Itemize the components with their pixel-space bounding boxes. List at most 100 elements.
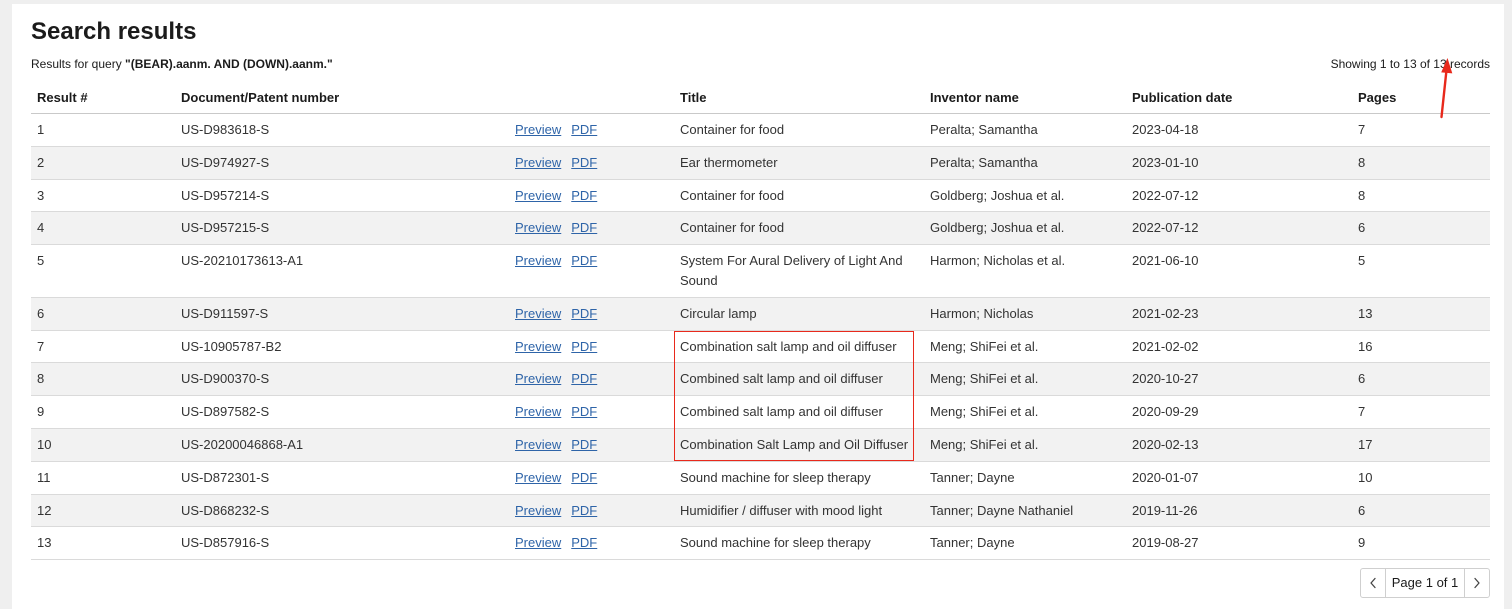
header-publication-date: Publication date: [1126, 88, 1352, 114]
document-links: Preview PDF: [509, 330, 674, 364]
publication-date: 2021-02-23: [1126, 297, 1352, 331]
publication-date: 2023-01-10: [1126, 146, 1352, 180]
publication-date: 2022-07-12: [1126, 211, 1352, 246]
pdf-link[interactable]: PDF: [571, 371, 597, 386]
result-number: 10: [31, 428, 175, 462]
table-row: 12 US-D868232-S Preview PDF Humidifier / …: [31, 494, 1490, 528]
header-links: [509, 88, 674, 114]
next-page-button[interactable]: [1464, 569, 1489, 597]
document-links: Preview PDF: [509, 428, 674, 462]
result-number: 12: [31, 494, 175, 528]
header-result-number: Result #: [31, 88, 175, 114]
preview-link[interactable]: Preview: [515, 155, 561, 170]
patent-title: Humidifier / diffuser with mood light: [674, 494, 924, 528]
inventor-name: Meng; ShiFei et al.: [924, 362, 1126, 397]
patent-number: US-D872301-S: [175, 461, 509, 495]
preview-link[interactable]: Preview: [515, 535, 561, 550]
table-row: 1 US-D983618-S Preview PDF Container for …: [31, 113, 1490, 147]
page-title: Search results: [31, 18, 197, 45]
preview-link[interactable]: Preview: [515, 220, 561, 235]
preview-link[interactable]: Preview: [515, 437, 561, 452]
result-number: 1: [31, 113, 175, 147]
preview-link[interactable]: Preview: [515, 470, 561, 485]
pdf-link[interactable]: PDF: [571, 535, 597, 550]
page-count: 8: [1352, 146, 1490, 180]
preview-link[interactable]: Preview: [515, 371, 561, 386]
pdf-link[interactable]: PDF: [571, 437, 597, 452]
page-count: 10: [1352, 461, 1490, 495]
pdf-link[interactable]: PDF: [571, 155, 597, 170]
page-count: 6: [1352, 362, 1490, 397]
header-inventor: Inventor name: [924, 88, 1126, 114]
publication-date: 2020-10-27: [1126, 362, 1352, 397]
patent-number: US-D957214-S: [175, 179, 509, 213]
publication-date: 2020-09-29: [1126, 395, 1352, 429]
publication-date: 2023-04-18: [1126, 113, 1352, 147]
publication-date: 2021-02-02: [1126, 330, 1352, 364]
inventor-name: Goldberg; Joshua et al.: [924, 211, 1126, 246]
page-count: 6: [1352, 211, 1490, 246]
chevron-right-icon: [1474, 577, 1480, 589]
inventor-name: Peralta; Samantha: [924, 146, 1126, 180]
patent-title: Combined salt lamp and oil diffuser: [674, 362, 924, 397]
results-table: Result # Document/Patent number Title In…: [31, 88, 1490, 561]
page-count: 16: [1352, 330, 1490, 364]
result-number: 5: [31, 244, 175, 298]
patent-number: US-D911597-S: [175, 297, 509, 331]
patent-number: US-D868232-S: [175, 494, 509, 528]
publication-date: 2020-02-13: [1126, 428, 1352, 462]
record-count-summary: Showing 1 to 13 of 13 records: [1330, 57, 1490, 71]
patent-title: Circular lamp: [674, 297, 924, 331]
patent-title: Container for food: [674, 113, 924, 147]
pdf-link[interactable]: PDF: [571, 188, 597, 203]
preview-link[interactable]: Preview: [515, 503, 561, 518]
document-links: Preview PDF: [509, 211, 674, 246]
pdf-link[interactable]: PDF: [571, 404, 597, 419]
inventor-name: Peralta; Samantha: [924, 113, 1126, 147]
pdf-link[interactable]: PDF: [571, 306, 597, 321]
pdf-link[interactable]: PDF: [571, 503, 597, 518]
page-indicator: Page 1 of 1: [1391, 575, 1459, 590]
table-row: 3 US-D957214-S Preview PDF Container for …: [31, 179, 1490, 213]
patent-title: Combination Salt Lamp and Oil Diffuser: [674, 428, 924, 462]
prev-page-button[interactable]: [1361, 569, 1386, 597]
preview-link[interactable]: Preview: [515, 188, 561, 203]
patent-title: Sound machine for sleep therapy: [674, 461, 924, 495]
table-header: Result # Document/Patent number Title In…: [31, 88, 1490, 114]
result-number: 6: [31, 297, 175, 331]
header-pages: Pages: [1352, 88, 1490, 114]
publication-date: 2020-01-07: [1126, 461, 1352, 495]
result-number: 3: [31, 179, 175, 213]
pdf-link[interactable]: PDF: [571, 122, 597, 137]
publication-date: 2019-11-26: [1126, 494, 1352, 528]
inventor-name: Harmon; Nicholas et al.: [924, 244, 1126, 298]
preview-link[interactable]: Preview: [515, 122, 561, 137]
patent-title: Container for food: [674, 179, 924, 213]
patent-title: Ear thermometer: [674, 146, 924, 180]
preview-link[interactable]: Preview: [515, 404, 561, 419]
preview-link[interactable]: Preview: [515, 339, 561, 354]
patent-title: Combined salt lamp and oil diffuser: [674, 395, 924, 429]
pdf-link[interactable]: PDF: [571, 339, 597, 354]
preview-link[interactable]: Preview: [515, 253, 561, 268]
result-number: 7: [31, 330, 175, 364]
publication-date: 2022-07-12: [1126, 179, 1352, 213]
patent-title: Container for food: [674, 211, 924, 246]
inventor-name: Tanner; Dayne: [924, 526, 1126, 561]
document-links: Preview PDF: [509, 526, 674, 561]
patent-number: US-D974927-S: [175, 146, 509, 180]
pdf-link[interactable]: PDF: [571, 470, 597, 485]
patent-number: US-20210173613-A1: [175, 244, 509, 298]
pdf-link[interactable]: PDF: [571, 220, 597, 235]
query-description: Results for query "(BEAR).aanm. AND (DOW…: [31, 56, 333, 72]
inventor-name: Tanner; Dayne: [924, 461, 1126, 495]
document-links: Preview PDF: [509, 461, 674, 495]
publication-date: 2019-08-27: [1126, 526, 1352, 561]
patent-number: US-10905787-B2: [175, 330, 509, 364]
pdf-link[interactable]: PDF: [571, 253, 597, 268]
patent-number: US-D900370-S: [175, 362, 509, 397]
table-row: 8 US-D900370-S Preview PDF Combined salt …: [31, 362, 1490, 397]
inventor-name: Tanner; Dayne Nathaniel: [924, 494, 1126, 528]
table-row: 7 US-10905787-B2 Preview PDF Combination …: [31, 330, 1490, 364]
preview-link[interactable]: Preview: [515, 306, 561, 321]
